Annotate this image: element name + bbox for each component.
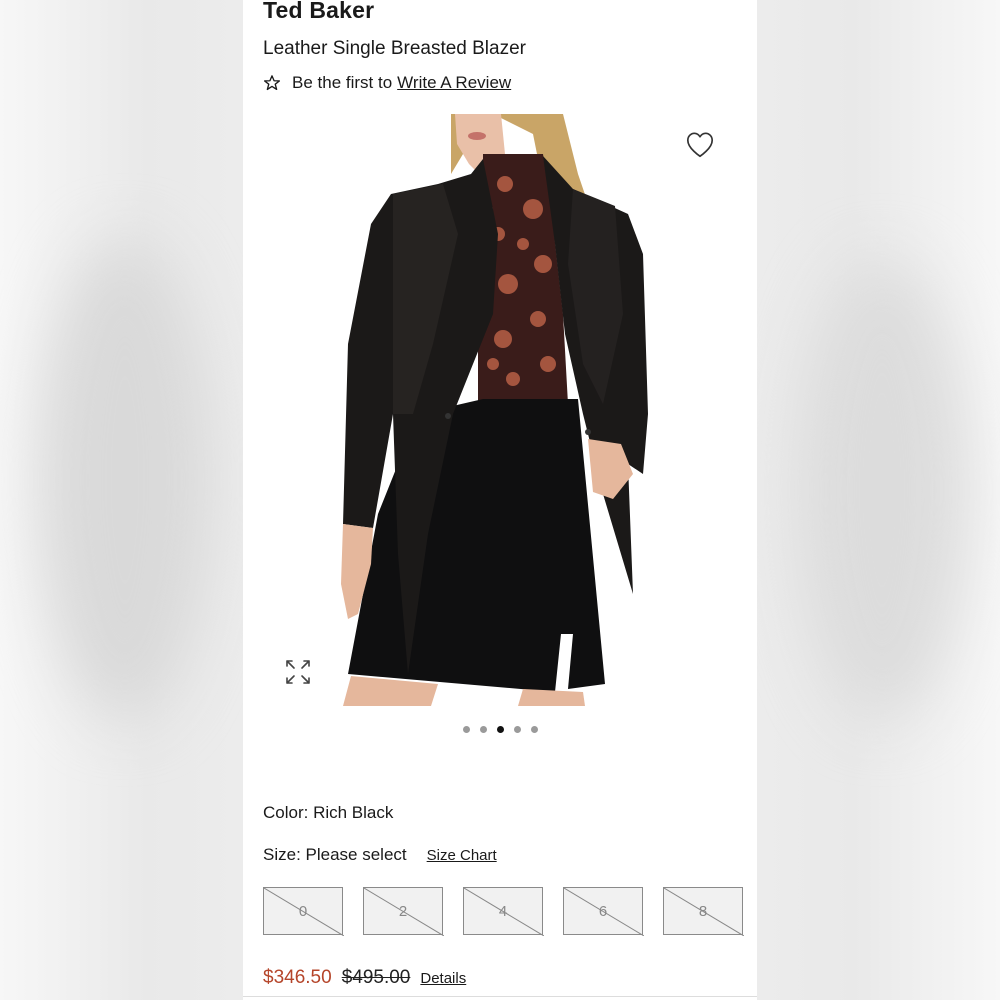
details-link[interactable]: Details [420, 970, 466, 987]
size-option-label: 2 [398, 902, 408, 920]
carousel-dots [243, 726, 757, 733]
background-left-blur [0, 0, 243, 1000]
brand-name: Ted Baker [263, 0, 375, 23]
review-row: Be the first to Write A Review [263, 73, 511, 93]
background-right-blur [757, 0, 1000, 1000]
size-option-label: 4 [498, 902, 508, 920]
color-label: Color: Rich Black [263, 803, 394, 822]
size-option-4[interactable]: 4 [463, 887, 544, 936]
size-option-label: 8 [698, 902, 708, 920]
sale-price: $346.50 [263, 967, 332, 988]
divider [243, 996, 757, 997]
carousel-dot-1[interactable] [462, 726, 470, 733]
size-label: Size: Please select [263, 845, 407, 864]
price-row: $346.50 $495.00 Details [263, 967, 466, 989]
expand-icon[interactable] [284, 658, 312, 686]
size-row: Size: Please select Size Chart [263, 845, 497, 865]
review-prefix: Be the first to [292, 73, 393, 92]
size-chart-link[interactable]: Size Chart [427, 847, 497, 864]
size-option-8[interactable]: 8 [663, 887, 744, 936]
heart-icon[interactable] [685, 130, 715, 160]
size-options: 0 2 4 6 8 [263, 887, 744, 936]
size-option-2[interactable]: 2 [363, 887, 444, 936]
write-review-link[interactable]: Write A Review [397, 73, 511, 93]
size-option-6[interactable]: 6 [563, 887, 644, 936]
star-icon [263, 75, 281, 91]
size-option-label: 6 [598, 902, 608, 920]
carousel-dot-5[interactable] [530, 726, 538, 733]
carousel-dot-4[interactable] [513, 726, 521, 733]
carousel-dot-2[interactable] [479, 726, 487, 733]
product-page: Ted Baker Leather Single Breasted Blazer… [243, 0, 757, 1000]
product-title: Leather Single Breasted Blazer [263, 38, 526, 59]
size-option-0[interactable]: 0 [263, 887, 344, 936]
carousel-dot-3[interactable] [496, 726, 504, 733]
product-image[interactable] [243, 114, 757, 706]
size-option-label: 0 [298, 902, 308, 920]
model-photo [341, 114, 648, 706]
original-price: $495.00 [341, 967, 411, 988]
